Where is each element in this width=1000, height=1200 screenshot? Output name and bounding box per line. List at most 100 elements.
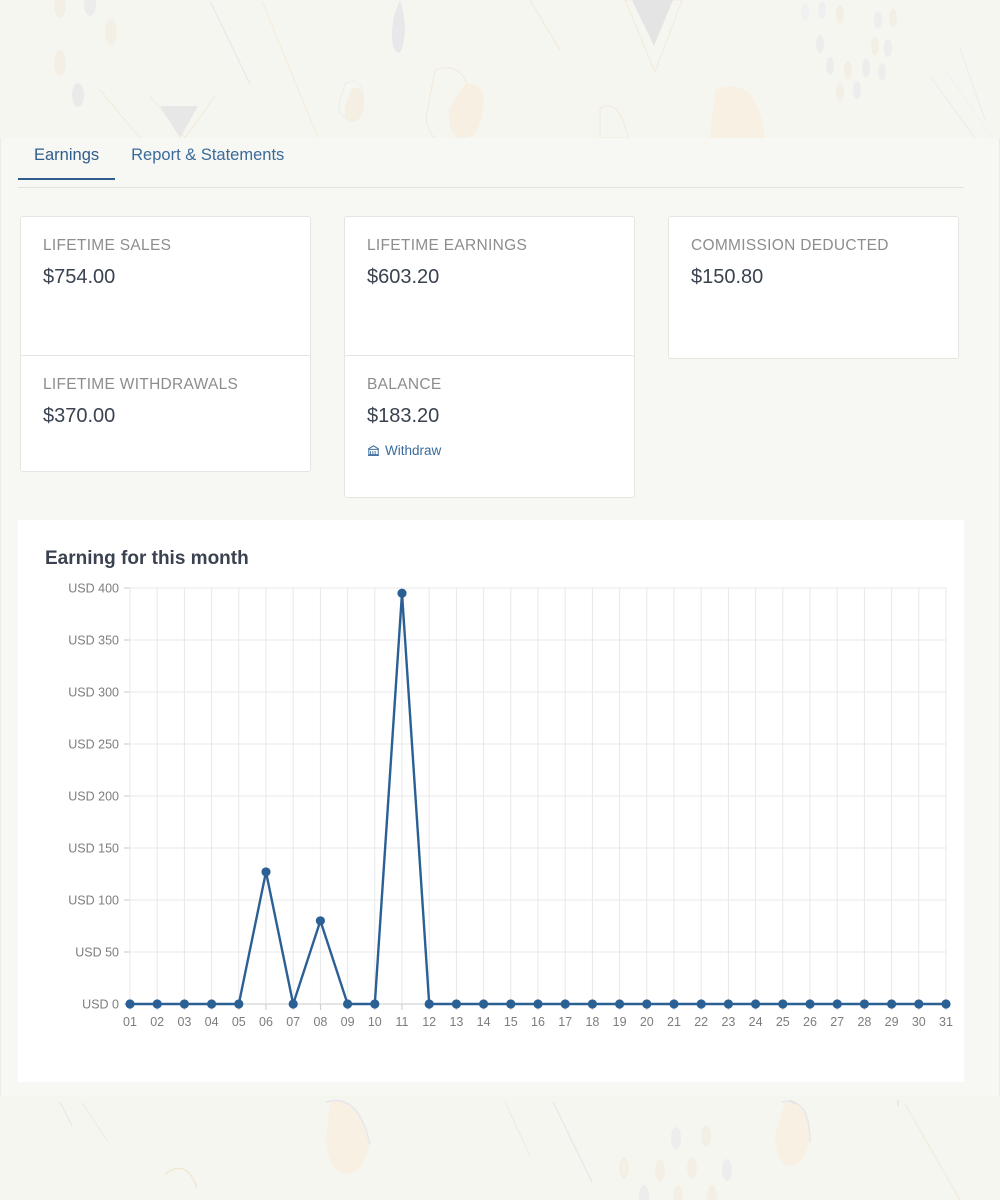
x-axis-tick-label: 13 — [449, 1015, 463, 1029]
chart-data-point[interactable] — [125, 999, 134, 1008]
x-axis-tick-label: 04 — [205, 1015, 219, 1029]
x-axis-tick-label: 27 — [830, 1015, 844, 1029]
chart-data-point[interactable] — [370, 999, 379, 1008]
chart-data-point[interactable] — [833, 999, 842, 1008]
chart-data-point[interactable] — [615, 999, 624, 1008]
x-axis-tick-label: 29 — [885, 1015, 899, 1029]
chart-data-point[interactable] — [479, 999, 488, 1008]
chart-data-point[interactable] — [724, 999, 733, 1008]
chart-data-point[interactable] — [887, 999, 896, 1008]
y-axis-tick-label: USD 300 — [68, 686, 119, 700]
stat-value: $150.80 — [691, 266, 936, 288]
chart-data-point[interactable] — [452, 999, 461, 1008]
x-axis-tick-label: 23 — [721, 1015, 735, 1029]
stat-label: LIFETIME WITHDRAWALS — [43, 376, 288, 393]
x-axis-tick-label: 18 — [585, 1015, 599, 1029]
decorative-banner-bottom — [0, 1096, 1000, 1200]
stat-label: BALANCE — [367, 376, 612, 393]
x-axis-tick-label: 14 — [477, 1015, 491, 1029]
stat-card-commission-deducted: COMMISSION DEDUCTED $150.80 — [668, 216, 959, 359]
x-axis-tick-label: 02 — [150, 1015, 164, 1029]
chart-data-point[interactable] — [153, 999, 162, 1008]
x-axis-tick-label: 09 — [341, 1015, 355, 1029]
decorative-banner-top — [0, 0, 1000, 138]
x-axis-tick-label: 08 — [313, 1015, 327, 1029]
stat-value: $183.20 — [367, 405, 612, 427]
x-axis-tick-label: 03 — [177, 1015, 191, 1029]
chart-data-point[interactable] — [751, 999, 760, 1008]
stat-label: LIFETIME EARNINGS — [367, 237, 612, 254]
x-axis-tick-label: 10 — [368, 1015, 382, 1029]
x-axis-tick-label: 28 — [857, 1015, 871, 1029]
x-axis-tick-label: 16 — [531, 1015, 545, 1029]
chart-data-point[interactable] — [914, 999, 923, 1008]
stat-card-balance: BALANCE $183.20 Withdraw — [344, 355, 635, 498]
tab-bar: Earnings Report & Statements — [18, 138, 964, 188]
x-axis-tick-label: 20 — [640, 1015, 654, 1029]
tab-earnings[interactable]: Earnings — [18, 138, 115, 180]
x-axis-tick-label: 22 — [694, 1015, 708, 1029]
stat-card-lifetime-earnings: LIFETIME EARNINGS $603.20 — [344, 216, 635, 359]
chart-data-point[interactable] — [533, 999, 542, 1008]
chart-data-point[interactable] — [506, 999, 515, 1008]
stat-card-lifetime-withdrawals: LIFETIME WITHDRAWALS $370.00 — [20, 355, 311, 472]
stat-label: COMMISSION DEDUCTED — [691, 237, 936, 254]
x-axis-tick-label: 19 — [613, 1015, 627, 1029]
x-axis-tick-label: 15 — [504, 1015, 518, 1029]
x-axis-tick-label: 21 — [667, 1015, 681, 1029]
chart-data-point[interactable] — [316, 916, 325, 925]
tab-report-statements[interactable]: Report & Statements — [115, 138, 300, 180]
page-root: Earnings Report & Statements LIFETIME SA… — [0, 0, 1000, 1200]
chart-data-point[interactable] — [180, 999, 189, 1008]
x-axis-tick-label: 11 — [396, 1015, 409, 1029]
chart-data-point[interactable] — [669, 999, 678, 1008]
y-axis-tick-label: USD 50 — [75, 946, 119, 960]
chart-data-point[interactable] — [397, 589, 406, 598]
x-axis-tick-label: 24 — [749, 1015, 763, 1029]
stat-cards-row-secondary: LIFETIME WITHDRAWALS $370.00 BALANCE $18… — [20, 355, 635, 498]
x-axis-tick-label: 01 — [123, 1015, 137, 1029]
bank-icon — [367, 444, 380, 457]
y-axis-tick-label: USD 250 — [68, 738, 119, 752]
chart-data-point[interactable] — [941, 999, 950, 1008]
y-axis-tick-label: USD 200 — [68, 790, 119, 804]
chart-data-point[interactable] — [561, 999, 570, 1008]
chart-data-point[interactable] — [425, 999, 434, 1008]
chart-data-point[interactable] — [207, 999, 216, 1008]
stat-value: $370.00 — [43, 405, 288, 427]
chart-data-point[interactable] — [343, 999, 352, 1008]
x-axis-tick-label: 31 — [939, 1015, 953, 1029]
chart-data-point[interactable] — [697, 999, 706, 1008]
x-axis-tick-label: 17 — [558, 1015, 572, 1029]
stat-value: $603.20 — [367, 266, 612, 288]
y-axis-tick-label: USD 100 — [68, 894, 119, 908]
chart-data-point[interactable] — [805, 999, 814, 1008]
x-axis-tick-label: 07 — [286, 1015, 300, 1029]
x-axis-tick-label: 25 — [776, 1015, 790, 1029]
y-axis-tick-label: USD 150 — [68, 842, 119, 856]
withdraw-button[interactable]: Withdraw — [367, 443, 441, 458]
chart-data-point[interactable] — [642, 999, 651, 1008]
y-axis-tick-label: USD 400 — [68, 582, 119, 596]
earnings-line-chart: USD 0 USD 50 USD 100 USD 150 USD 200 USD 250 U… — [18, 580, 964, 1070]
x-axis-tick-label: 06 — [259, 1015, 273, 1029]
chart-data-point[interactable] — [261, 867, 270, 876]
stat-cards-row-primary: LIFETIME SALES $754.00 LIFETIME EARNINGS… — [20, 216, 959, 359]
earnings-chart-card: Earning for this month USD 0 USD 50 USD 10… — [18, 520, 964, 1082]
chart-data-point[interactable] — [588, 999, 597, 1008]
chart-data-point[interactable] — [778, 999, 787, 1008]
x-axis-tick-label: 26 — [803, 1015, 817, 1029]
chart-title: Earning for this month — [45, 548, 249, 571]
x-axis-tick-label: 05 — [232, 1015, 246, 1029]
chart-data-point[interactable] — [289, 999, 298, 1008]
stat-value: $754.00 — [43, 266, 288, 288]
chart-data-point[interactable] — [860, 999, 869, 1008]
chart-data-point[interactable] — [234, 999, 243, 1008]
stat-card-lifetime-sales: LIFETIME SALES $754.00 — [20, 216, 311, 359]
withdraw-label: Withdraw — [385, 443, 441, 458]
y-axis-tick-label: USD 350 — [68, 634, 119, 648]
stat-label: LIFETIME SALES — [43, 237, 288, 254]
y-axis-tick-label: USD 0 — [82, 998, 119, 1012]
x-axis-tick-label: 12 — [422, 1015, 436, 1029]
x-axis-tick-label: 30 — [912, 1015, 926, 1029]
